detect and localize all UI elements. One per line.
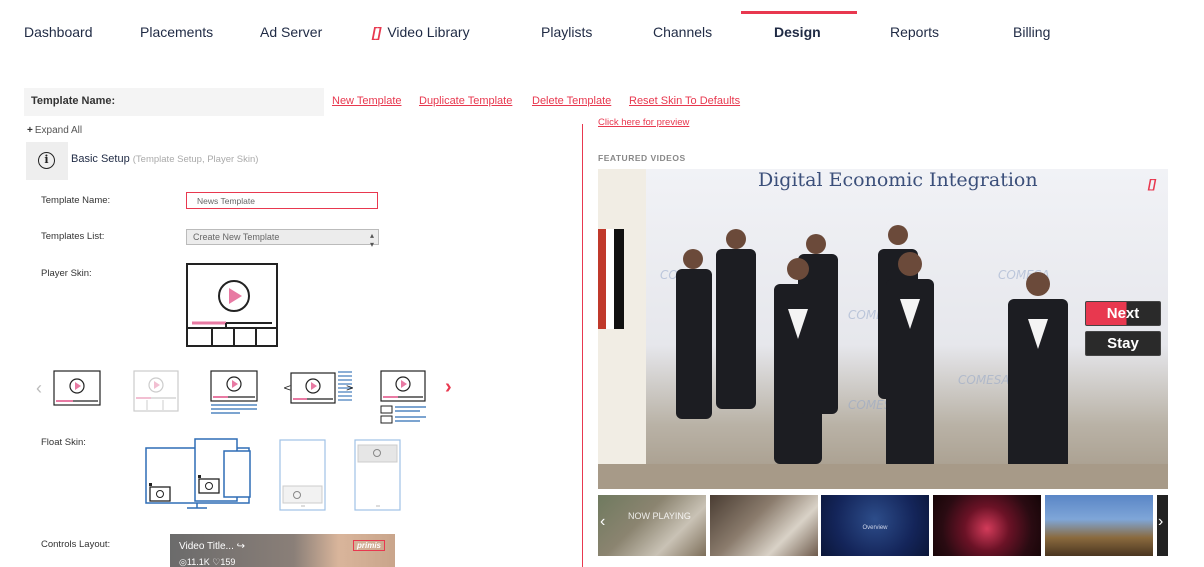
info-icon: i [38, 152, 55, 169]
float-skin-option-3[interactable] [354, 439, 402, 511]
thumbs-prev-icon[interactable]: ‹ [600, 513, 605, 531]
controls-layout-preview[interactable]: Video Title... ↪ ◎11.1K ♡159 primis [170, 534, 395, 567]
share-icon: ↪ [236, 541, 246, 552]
float-skin-devices-graphic [145, 438, 251, 509]
stay-button[interactable]: Stay [1085, 331, 1161, 356]
delete-template-link[interactable]: Delete Template [532, 95, 611, 107]
skin-thumb-graphic [53, 370, 101, 406]
skin-option-5[interactable] [380, 370, 428, 424]
template-name-input[interactable] [186, 192, 378, 209]
player-skin-label: Player Skin: [41, 268, 92, 279]
float-skin-graphic [354, 439, 401, 511]
basic-setup-header[interactable]: Basic Setup (Template Setup, Player Skin… [71, 153, 258, 165]
nav-tab-placements[interactable]: Placements [140, 24, 213, 40]
float-skin-graphic [279, 439, 326, 511]
float-skin-option-2[interactable] [279, 439, 327, 511]
templates-list-label: Templates List: [41, 231, 105, 242]
templates-list-select[interactable]: Create New Template ▴ ▾ [186, 229, 379, 249]
float-skin-label: Float Skin: [41, 437, 86, 448]
new-template-link[interactable]: New Template [332, 95, 402, 107]
controls-stats: ◎11.1K ♡159 [179, 557, 235, 567]
skin-carousel-prev-icon[interactable]: ‹ [36, 378, 42, 399]
playlist-thumb-5[interactable] [1045, 495, 1153, 556]
skin-carousel-next-icon[interactable]: › [445, 376, 452, 399]
nav-tab-billing[interactable]: Billing [1013, 24, 1050, 40]
section-subtitle: (Template Setup, Player Skin) [132, 154, 259, 165]
views-icon: ◎ [179, 557, 187, 567]
skin-thumb-graphic [210, 370, 258, 414]
skin-thumb-graphic [380, 370, 426, 424]
select-arrows-icon: ▴ ▾ [369, 231, 374, 249]
expand-all-toggle[interactable]: + Expand All [27, 125, 82, 136]
video-headline: Digital Economic Integration [758, 169, 1038, 191]
playlist-thumb-1[interactable]: NOW PLAYING [598, 495, 706, 556]
now-playing-label: NOW PLAYING [628, 511, 691, 521]
playlist-thumb-2[interactable] [710, 495, 818, 556]
likes-count: 159 [220, 557, 236, 567]
svg-text:COMESA: COMESA [958, 373, 1010, 387]
skin-thumb-graphic [133, 370, 179, 412]
video-player[interactable]: COMESA COMESA COMESA COMESA COMESA [598, 169, 1168, 489]
primis-logo: primis [352, 540, 385, 551]
views-count: 11.1K [186, 557, 210, 567]
player-skin-preview [186, 263, 278, 347]
float-skin-option-1[interactable] [145, 437, 253, 511]
featured-videos-heading: FEATURED VIDEOS [598, 153, 686, 163]
video-frame-scene: COMESA COMESA COMESA COMESA COMESA [598, 169, 1168, 489]
thumb-overview-text: Overview [862, 525, 888, 531]
controls-video-title: Video Title... ↪ [179, 541, 245, 552]
video-library-icon: [] [372, 24, 382, 40]
reset-skin-link[interactable]: Reset Skin To Defaults [629, 95, 740, 107]
top-nav: Dashboard Placements Ad Server [] Video L… [0, 0, 1204, 60]
controls-title-text: Video Title... [179, 541, 234, 552]
nav-tab-playlists[interactable]: Playlists [541, 24, 592, 40]
playlist-thumb-4[interactable] [933, 495, 1041, 556]
preview-link[interactable]: Click here for preview [598, 117, 689, 128]
templates-list-value: Create New Template [193, 232, 280, 242]
skin-option-4[interactable]: < > [283, 370, 354, 406]
active-tab-indicator [741, 11, 857, 14]
expand-all-label: Expand All [34, 125, 83, 136]
plus-icon: + [27, 125, 33, 136]
controls-layout-label: Controls Layout: [41, 539, 111, 550]
nav-tab-ad-server[interactable]: Ad Server [260, 24, 322, 40]
nav-tab-dashboard[interactable]: Dashboard [24, 24, 93, 40]
nav-tab-reports[interactable]: Reports [890, 24, 939, 40]
nav-tab-design[interactable]: Design [774, 24, 821, 40]
nav-tab-label: Video Library [387, 24, 470, 40]
skin-option-1[interactable] [53, 370, 101, 406]
nav-tab-channels[interactable]: Channels [653, 24, 712, 40]
skin-preview-graphic [188, 280, 276, 345]
next-button[interactable]: Next [1085, 301, 1161, 326]
skin-thumb-graphic: < > [283, 371, 354, 404]
section-title: Basic Setup [71, 153, 130, 165]
svg-text:<: < [283, 383, 291, 394]
playlist-thumb-3[interactable]: Overview [821, 495, 929, 556]
template-name-label: Template Name: [41, 195, 111, 206]
skin-option-2[interactable] [133, 370, 181, 412]
thumbs-next-icon[interactable]: › [1158, 513, 1163, 531]
column-divider [582, 124, 583, 567]
duplicate-template-link[interactable]: Duplicate Template [419, 95, 512, 107]
template-name-heading: Template Name: [31, 95, 116, 107]
skin-option-3[interactable] [210, 370, 258, 414]
svg-text:>: > [346, 383, 354, 394]
nav-tab-video-library[interactable]: [] Video Library [372, 24, 470, 40]
basic-setup-toggle[interactable]: i [26, 142, 68, 180]
player-brand-icon: [] [1148, 177, 1156, 191]
